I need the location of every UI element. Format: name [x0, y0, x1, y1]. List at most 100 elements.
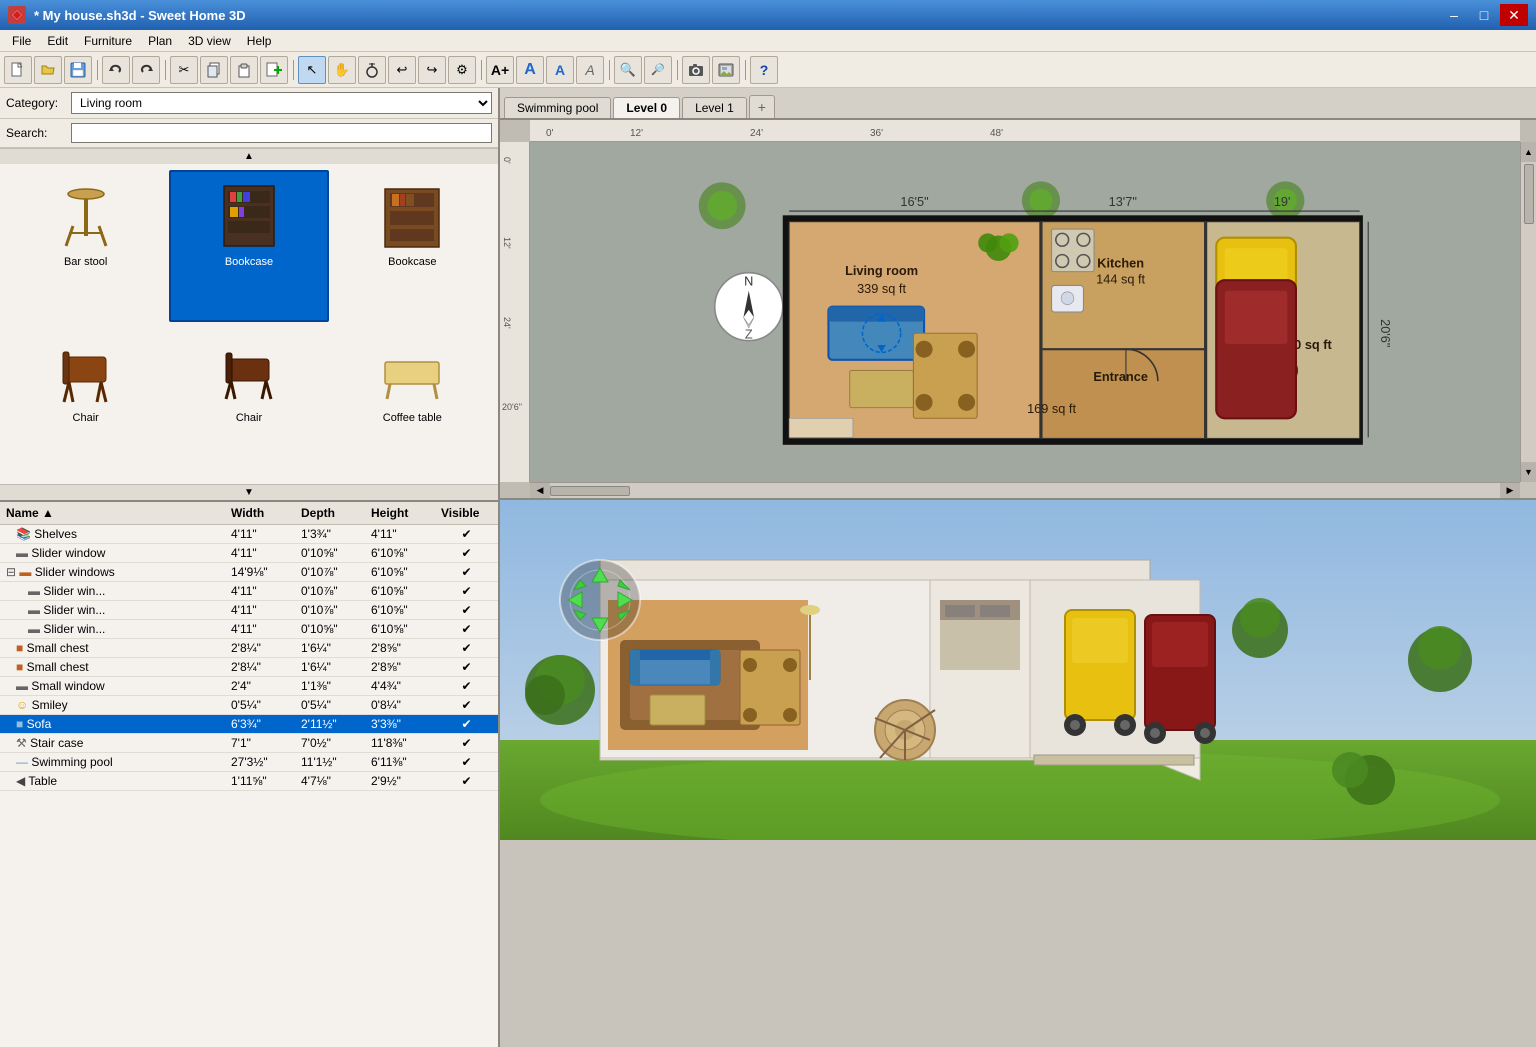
furniture-item-coffee-table[interactable]: Coffee table [333, 326, 492, 478]
cut-button[interactable]: ✂ [170, 56, 198, 84]
list-row-slider-win-2[interactable]: ▬ Slider win... 4'11" 0'10⅞" 6'10⅝" ✔ [0, 601, 498, 620]
row-name-swimming-pool: — Swimming pool [4, 754, 229, 770]
row-visible-shelves[interactable]: ✔ [439, 526, 494, 542]
row-name-stair-case: ⚒ Stair case [4, 735, 229, 751]
undo-button[interactable] [102, 56, 130, 84]
svg-text:N: N [744, 273, 753, 288]
category-select[interactable]: Living room Bedroom Kitchen Bathroom [71, 92, 492, 114]
minimize-button[interactable]: – [1440, 4, 1468, 26]
text-tool-1[interactable]: A+ [486, 56, 514, 84]
text-tool-3[interactable]: A [546, 56, 574, 84]
view-3d[interactable] [500, 500, 1536, 840]
row-width-shelves: 4'11" [229, 526, 299, 542]
text-tool-2[interactable]: A [516, 56, 544, 84]
camera-button[interactable] [682, 56, 710, 84]
select-tool[interactable]: ↖ [298, 56, 326, 84]
svg-text:144 sq ft: 144 sq ft [1096, 271, 1145, 286]
zoom-out-button[interactable]: 🔎 [644, 56, 672, 84]
add-button[interactable] [260, 56, 288, 84]
list-row-slider-windows-group[interactable]: ⊟ ▬ Slider windows 14'9⅛" 0'10⅞" 6'10⅝" … [0, 563, 498, 582]
ruler-12: 12' [630, 128, 643, 139]
svg-text:Entrance: Entrance [1093, 369, 1148, 384]
furniture-item-bar-stool[interactable]: Bar stool [6, 170, 165, 322]
measure-tool[interactable] [358, 56, 386, 84]
list-row-shelves[interactable]: 📚 Shelves 4'11" 1'3¾" 4'11" ✔ [0, 525, 498, 544]
furniture-label-bookcase-1: Bookcase [225, 256, 273, 268]
list-row-table[interactable]: ◀ Table 1'11⅝" 4'7⅛" 2'9½" ✔ [0, 772, 498, 791]
list-row-smiley[interactable]: ☺ Smiley 0'5¼" 0'5¼" 0'8¼" ✔ [0, 696, 498, 715]
new-button[interactable] [4, 56, 32, 84]
menu-plan[interactable]: Plan [140, 32, 180, 50]
furniture-item-chair-2[interactable]: Chair [169, 326, 328, 478]
svg-text:13'7": 13'7" [1109, 194, 1137, 209]
rotate-right-tool[interactable]: ↪ [418, 56, 446, 84]
search-label: Search: [6, 126, 71, 140]
list-row-small-chest-1[interactable]: ■ Small chest 2'8¼" 1'6¼" 2'8⅝" ✔ [0, 639, 498, 658]
row-name-slider-win-2: ▬ Slider win... [4, 602, 229, 618]
list-row-slider-win-1[interactable]: ▬ Slider win... 4'11" 0'10⅞" 6'10⅝" ✔ [0, 582, 498, 601]
scroll-right-btn[interactable]: ▶ [1500, 483, 1520, 498]
scroll-up-btn[interactable]: ▲ [1521, 142, 1536, 162]
header-depth[interactable]: Depth [299, 504, 369, 522]
text-tool-4[interactable]: A [576, 56, 604, 84]
right-panel: Swimming pool Level 0 Level 1 + 0' 12' 2… [500, 88, 1536, 1047]
help-button[interactable]: ? [750, 56, 778, 84]
plan-view: 0' 12' 24' 36' 48' 0' 12' 24' 20'6" [500, 120, 1536, 500]
photo-button[interactable] [712, 56, 740, 84]
close-button[interactable]: ✕ [1500, 4, 1528, 26]
list-row-slider-win-3[interactable]: ▬ Slider win... 4'11" 0'10⅝" 6'10⅝" ✔ [0, 620, 498, 639]
header-visible[interactable]: Visible [439, 504, 494, 522]
list-header: Name ▲ Width Depth Height Visible [0, 502, 498, 525]
scroll-thumb-h[interactable] [550, 486, 630, 496]
pan-tool[interactable]: ✋ [328, 56, 356, 84]
menu-help[interactable]: Help [239, 32, 280, 50]
row-name-slider-win-1: ▬ Slider win... [4, 583, 229, 599]
list-row-sofa[interactable]: ■ Sofa 6'3¾" 2'11½" 3'3⅜" ✔ [0, 715, 498, 734]
furniture-item-bookcase-1[interactable]: Bookcase [169, 170, 328, 322]
list-row-stair-case[interactable]: ⚒ Stair case 7'1" 7'0½" 11'8⅜" ✔ [0, 734, 498, 753]
tab-swimming-pool[interactable]: Swimming pool [504, 97, 611, 118]
list-row-small-chest-2[interactable]: ■ Small chest 2'8¼" 1'6¼" 2'8⅝" ✔ [0, 658, 498, 677]
plan-area[interactable]: N Z Living room 339 sq [530, 142, 1520, 482]
paste-button[interactable] [230, 56, 258, 84]
furniture-icon-chair-1 [46, 332, 126, 412]
toolbar: ✂ ↖ ✋ ↩ ↪ ⚙ A+ A A A 🔍 🔎 ? [0, 52, 1536, 88]
restore-button[interactable]: □ [1470, 4, 1498, 26]
scroll-down-btn[interactable]: ▼ [1521, 462, 1536, 482]
furniture-item-bookcase-2[interactable]: Bookcase [333, 170, 492, 322]
list-row-swimming-pool[interactable]: — Swimming pool 27'3½" 11'1½" 6'11⅜" ✔ [0, 753, 498, 772]
search-input[interactable] [71, 123, 492, 143]
header-name[interactable]: Name ▲ [4, 504, 229, 522]
scroll-thumb-v[interactable] [1524, 164, 1534, 224]
list-row-slider-window[interactable]: ▬ Slider window 4'11" 0'10⅝" 6'10⅝" ✔ [0, 544, 498, 563]
ruler-left-24: 24' [502, 317, 512, 329]
redo-button[interactable] [132, 56, 160, 84]
furniture-scroll-up[interactable]: ▲ [0, 148, 498, 164]
furniture-scroll-down[interactable]: ▼ [0, 484, 498, 500]
open-button[interactable] [34, 56, 62, 84]
tab-level-0[interactable]: Level 0 [613, 97, 680, 118]
menu-furniture[interactable]: Furniture [76, 32, 140, 50]
save-button[interactable] [64, 56, 92, 84]
rotate-left-tool[interactable]: ↩ [388, 56, 416, 84]
plan-scrollbar-v[interactable]: ▲ ▼ [1520, 142, 1536, 482]
scroll-left-btn[interactable]: ◀ [530, 483, 550, 498]
furniture-item-chair-1[interactable]: Chair [6, 326, 165, 478]
header-width[interactable]: Width [229, 504, 299, 522]
scroll-corner [1520, 482, 1536, 498]
list-row-small-window[interactable]: ▬ Small window 2'4" 1'1⅜" 4'4¾" ✔ [0, 677, 498, 696]
tab-add[interactable]: + [749, 95, 775, 118]
tab-level-1[interactable]: Level 1 [682, 97, 747, 118]
view-3d-svg [500, 500, 1536, 840]
rotate3d-tool[interactable]: ⚙ [448, 56, 476, 84]
menu-3dview[interactable]: 3D view [180, 32, 239, 50]
header-height[interactable]: Height [369, 504, 439, 522]
zoom-in-button[interactable]: 🔍 [614, 56, 642, 84]
left-panel: Category: Living room Bedroom Kitchen Ba… [0, 88, 500, 1047]
row-name-table: ◀ Table [4, 773, 229, 789]
row-name-small-chest-1: ■ Small chest [4, 640, 229, 656]
menu-file[interactable]: File [4, 32, 39, 50]
copy-button[interactable] [200, 56, 228, 84]
menu-edit[interactable]: Edit [39, 32, 76, 50]
plan-scrollbar-h[interactable]: ◀ ▶ [530, 482, 1520, 498]
